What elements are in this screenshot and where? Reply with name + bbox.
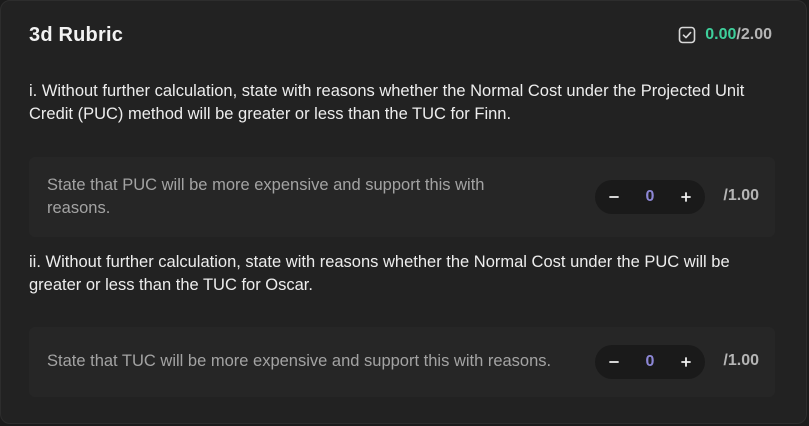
minus-icon — [609, 361, 619, 363]
criterion-text: State that TUC will be more expensive an… — [47, 352, 552, 370]
decrement-button[interactable] — [603, 351, 625, 373]
question-text: i. Without further calculation, state wi… — [29, 82, 745, 123]
max-score: /1.00 — [723, 187, 759, 204]
criterion-text: State that PUC will be more expensive an… — [47, 176, 485, 217]
plus-icon — [681, 192, 691, 202]
rubric-title: 3d Rubric — [29, 23, 124, 46]
score-total: 2.00 — [740, 26, 772, 43]
score-stepper: 0 — [595, 180, 705, 214]
score-earned: 0.00 — [705, 26, 737, 43]
decrement-button[interactable] — [603, 186, 625, 208]
increment-button[interactable] — [675, 186, 697, 208]
criterion-card: State that TUC will be more expensive an… — [29, 327, 775, 397]
score-stepper: 0 — [595, 345, 705, 379]
rubric-panel: 3d Rubric 0.00/2.00 i. Without further c… — [0, 0, 807, 424]
check-square-icon — [678, 26, 696, 44]
stepper-value[interactable]: 0 — [646, 353, 655, 371]
increment-button[interactable] — [675, 351, 697, 373]
question-text: ii. Without further calculation, state w… — [29, 253, 730, 294]
minus-icon — [609, 196, 619, 198]
rubric-score: 0.00/2.00 — [678, 26, 772, 44]
plus-icon — [681, 357, 691, 367]
criterion-card: State that PUC will be more expensive an… — [29, 157, 775, 237]
stepper-value[interactable]: 0 — [646, 188, 655, 206]
max-score: /1.00 — [723, 352, 759, 369]
rubric-header: 3d Rubric 0.00/2.00 — [29, 19, 772, 51]
